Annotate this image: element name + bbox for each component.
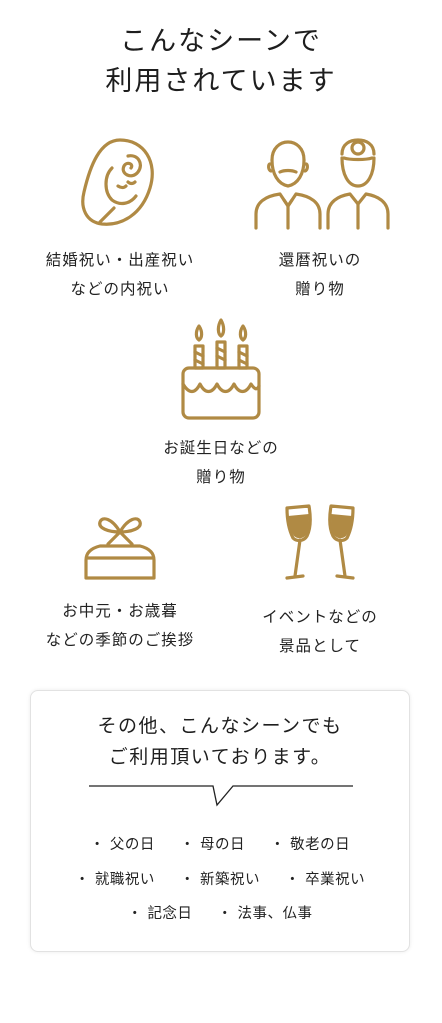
- occasion-item: ・卒業祝い: [285, 872, 366, 888]
- occasion-row: ・記念日 ・法事、仏事: [31, 902, 409, 923]
- occasion-item: ・新築祝い: [180, 872, 260, 888]
- scene-caption-line1: イベントなどの: [262, 608, 378, 626]
- scene-caption-line2: 景品として: [278, 637, 362, 655]
- scene-caption-line2: 贈り物: [196, 468, 246, 486]
- scene-kanreki: 還暦祝いの 贈り物: [220, 134, 420, 304]
- scene-caption-line1: お誕生日などの: [163, 439, 279, 457]
- occasion-item: ・敬老の日: [270, 837, 351, 853]
- occasion-row: ・父の日 ・母の日 ・敬老の日: [31, 833, 409, 854]
- scene-birthday: お誕生日などの 贈り物: [121, 318, 321, 492]
- occasion-item: ・就職祝い: [74, 872, 155, 888]
- champagne-glasses-icon: [285, 504, 355, 580]
- scene-caption-line1: 結婚祝い・出産祝い: [45, 251, 195, 269]
- scene-caption-line2: などの内祝い: [70, 280, 170, 298]
- scene-caption-line2: などの季節のご挨拶: [45, 631, 195, 649]
- gift-box-icon: [84, 517, 156, 580]
- scene-event: イベントなどの 景品として: [220, 502, 420, 661]
- scene-seasonal: お中元・お歳暮 などの季節のご挨拶: [20, 512, 220, 655]
- scene-caption-line1: 還暦祝いの: [278, 251, 362, 269]
- occasion-row: ・就職祝い ・新築祝い ・卒業祝い: [31, 868, 409, 889]
- occasion-item: ・記念日: [127, 906, 193, 922]
- occasion-item: ・法事、仏事: [217, 906, 313, 922]
- title-line-1: こんなシーンで: [120, 26, 322, 57]
- occasion-item: ・父の日: [89, 837, 155, 853]
- section-title: こんなシーンで 利用されています: [0, 22, 442, 102]
- elderly-couple-icon: [254, 138, 390, 230]
- occasion-item: ・母の日: [180, 837, 245, 853]
- scene-baby: 結婚祝い・出産祝い などの内祝い: [20, 134, 220, 304]
- other-occasions-heading: その他、こんなシーンでも ご利用頂いております。: [31, 711, 409, 773]
- title-line-2: 利用されています: [105, 66, 337, 97]
- scene-caption-line2: 贈り物: [295, 280, 345, 298]
- scene-caption-line1: お中元・お歳暮: [62, 602, 178, 620]
- other-heading-line2: ご利用頂いております。: [108, 746, 332, 768]
- other-heading-line1: その他、こんなシーンでも: [97, 715, 343, 737]
- speech-divider-line: [89, 785, 353, 807]
- birthday-cake-icon: [181, 318, 261, 420]
- baby-icon: [81, 138, 154, 226]
- other-occasions-box: その他、こんなシーンでも ご利用頂いております。 ・父の日 ・母の日 ・敬老の日…: [30, 690, 410, 952]
